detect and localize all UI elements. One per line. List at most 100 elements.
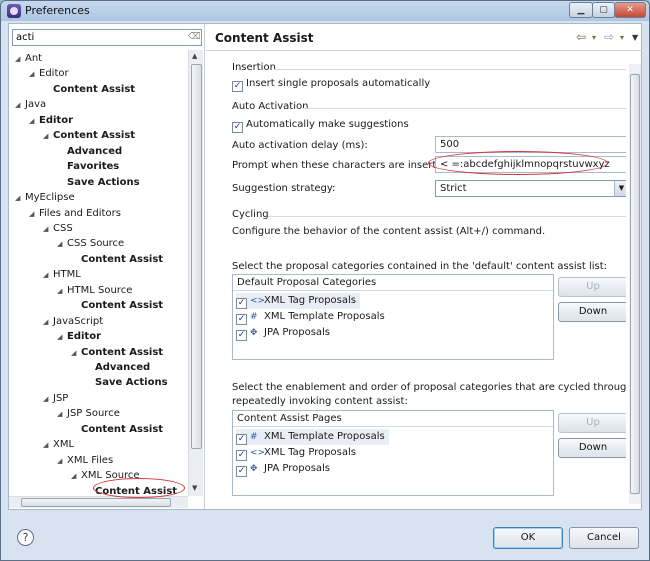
tree-vertical-scrollbar[interactable]: ▲ ▼ (188, 50, 203, 496)
tree-item[interactable]: Content Assist (43, 82, 135, 97)
tree-item[interactable]: ◢ CSS (43, 221, 73, 236)
checkbox-checked-icon[interactable]: ✓ (232, 122, 243, 133)
tree-item[interactable]: ◢ Ant (15, 51, 42, 66)
tree-expand-icon[interactable]: ◢ (15, 52, 25, 67)
tree-expand-icon[interactable]: ◢ (57, 407, 67, 422)
forward-menu-chevron-icon[interactable]: ▾ (620, 33, 624, 42)
checkbox-checked-icon[interactable]: ✓ (236, 298, 247, 309)
tree-item[interactable]: ◢ Editor (57, 329, 101, 344)
prompt-chars-input[interactable]: < =:abcdefghijklmnopqrstuvwxyz (435, 156, 626, 173)
insert-single-checkbox[interactable]: ✓ Insert single proposals automatically (232, 78, 430, 92)
default-categories-list[interactable]: Default Proposal Categories ✓ <>XML Tag P… (232, 274, 554, 360)
tree-item[interactable]: Favorites (57, 159, 119, 174)
back-arrow-icon[interactable]: ⇦ (576, 30, 586, 44)
tree-item[interactable]: ◢ Files and Editors (29, 206, 121, 221)
list-item[interactable]: ✓ # XML Template Proposals (236, 429, 389, 445)
tree-expand-icon[interactable]: ◢ (43, 268, 53, 283)
tree-item[interactable]: ◢ Editor (29, 113, 73, 128)
tree-expand-icon[interactable]: ◢ (43, 315, 53, 330)
checkbox-checked-icon[interactable]: ✓ (236, 450, 247, 461)
checkbox-checked-icon[interactable]: ✓ (236, 466, 247, 477)
strategy-select[interactable]: Strict ▼ (435, 180, 626, 197)
tree-item[interactable]: Content Assist (85, 484, 177, 496)
default-up-button[interactable]: Up (558, 277, 626, 297)
auto-suggest-checkbox[interactable]: ✓ Automatically make suggestions (232, 119, 409, 133)
scroll-down-arrow-icon[interactable]: ▼ (192, 484, 197, 492)
tree-item[interactable]: ◢ XML Files (57, 453, 113, 468)
tree-item[interactable]: ◢ JavaScript (43, 314, 103, 329)
tree-item[interactable]: ◢ Editor (29, 66, 69, 81)
tree-expand-icon[interactable]: ◢ (43, 392, 53, 407)
checkbox-checked-icon[interactable]: ✓ (236, 314, 247, 325)
tree-item[interactable]: Content Assist (71, 422, 163, 437)
tree-item[interactable]: ◢ HTML (43, 267, 81, 282)
filter-box[interactable]: ⌫ (12, 29, 202, 46)
scroll-up-arrow-icon[interactable]: ▲ (192, 52, 197, 60)
tree-expand-icon[interactable]: ◢ (57, 284, 67, 299)
tree-item[interactable]: Save Actions (85, 375, 168, 390)
tree-expand-icon[interactable]: ◢ (71, 469, 81, 484)
tree-expand-icon[interactable]: ◢ (29, 67, 39, 82)
list-item[interactable]: ✓ ✥ JPA Proposals (236, 461, 334, 477)
tree-expand-icon[interactable]: ◢ (15, 98, 25, 113)
forward-arrow-icon[interactable]: ⇨ (604, 30, 614, 44)
tree-item[interactable]: ◢ Content Assist (71, 345, 163, 360)
page-scroll-thumb[interactable] (630, 74, 640, 494)
close-button[interactable]: ✕ (614, 2, 646, 18)
tree-item-label: Ant (25, 53, 43, 64)
checkbox-checked-icon[interactable]: ✓ (236, 434, 247, 445)
list-item-label: JPA Proposals (264, 463, 331, 474)
clear-filter-icon[interactable]: ⌫ (188, 32, 201, 43)
filter-input[interactable] (13, 30, 183, 45)
tree-item[interactable]: ◢ CSS Source (57, 236, 124, 251)
ok-button[interactable]: OK (493, 527, 563, 549)
list-item[interactable]: ✓ <>XML Tag Proposals (236, 293, 360, 309)
pages-up-button[interactable]: Up (558, 413, 626, 433)
tree-scroll-thumb[interactable] (191, 64, 202, 449)
page-vertical-scrollbar[interactable] (629, 64, 641, 504)
tree-item-label: Content Assist (81, 253, 164, 265)
help-icon[interactable]: ? (17, 529, 34, 546)
tree-item[interactable]: Advanced (85, 360, 150, 375)
tree-item[interactable]: ◢ JSP (43, 391, 68, 406)
minimize-button[interactable]: ▁ (569, 2, 593, 18)
delay-input[interactable]: 500 (435, 136, 626, 153)
tree-item[interactable]: Content Assist (71, 252, 163, 267)
tree-item[interactable]: ◢ Content Assist (43, 128, 135, 143)
title-bar[interactable]: Preferences ▁ ▢ ✕ (1, 1, 649, 21)
checkbox-checked-icon[interactable]: ✓ (232, 81, 243, 92)
list-item[interactable]: ✓ <>XML Tag Proposals (236, 445, 360, 461)
tree-expand-icon[interactable]: ◢ (29, 114, 39, 129)
tree-expand-icon[interactable]: ◢ (71, 346, 81, 361)
list-item[interactable]: ✓ # XML Template Proposals (236, 309, 389, 325)
tree-expand-icon[interactable]: ◢ (15, 191, 25, 206)
cancel-button[interactable]: Cancel (569, 527, 639, 549)
tree-hscroll-thumb[interactable] (21, 498, 171, 507)
back-menu-chevron-icon[interactable]: ▾ (592, 33, 596, 42)
view-menu-icon[interactable]: ▼ (632, 33, 638, 42)
tree-item[interactable]: ◢ MyEclipse (15, 190, 75, 205)
tree-expand-icon[interactable]: ◢ (29, 207, 39, 222)
tree-item[interactable]: Advanced (57, 144, 122, 159)
chevron-down-icon[interactable]: ▼ (614, 181, 626, 196)
content-assist-pages-list[interactable]: Content Assist Pages ✓ # XML Template Prop… (232, 410, 554, 496)
tree-expand-icon[interactable]: ◢ (43, 129, 53, 144)
tree-item[interactable]: ◢ JSP Source (57, 406, 120, 421)
tree-expand-icon[interactable]: ◢ (43, 438, 53, 453)
tree-expand-icon[interactable]: ◢ (57, 454, 67, 469)
tree-item[interactable]: ◢ XML (43, 437, 74, 452)
maximize-button[interactable]: ▢ (592, 2, 615, 18)
tree-expand-icon[interactable]: ◢ (57, 330, 67, 345)
tree-item[interactable]: Save Actions (57, 175, 140, 190)
tree-expand-icon[interactable]: ◢ (57, 237, 67, 252)
tree-item[interactable]: ◢ HTML Source (57, 283, 132, 298)
tree-item[interactable]: ◢ Java (15, 97, 46, 112)
tree-item[interactable]: Content Assist (71, 298, 163, 313)
tree-item[interactable]: ◢ XML Source (71, 468, 140, 483)
list-item[interactable]: ✓ ✥ JPA Proposals (236, 325, 334, 341)
checkbox-checked-icon[interactable]: ✓ (236, 330, 247, 341)
default-down-button[interactable]: Down (558, 302, 626, 322)
tree-expand-icon[interactable]: ◢ (43, 222, 53, 237)
tree-horizontal-scrollbar[interactable] (9, 496, 188, 508)
pages-down-button[interactable]: Down (558, 438, 626, 458)
